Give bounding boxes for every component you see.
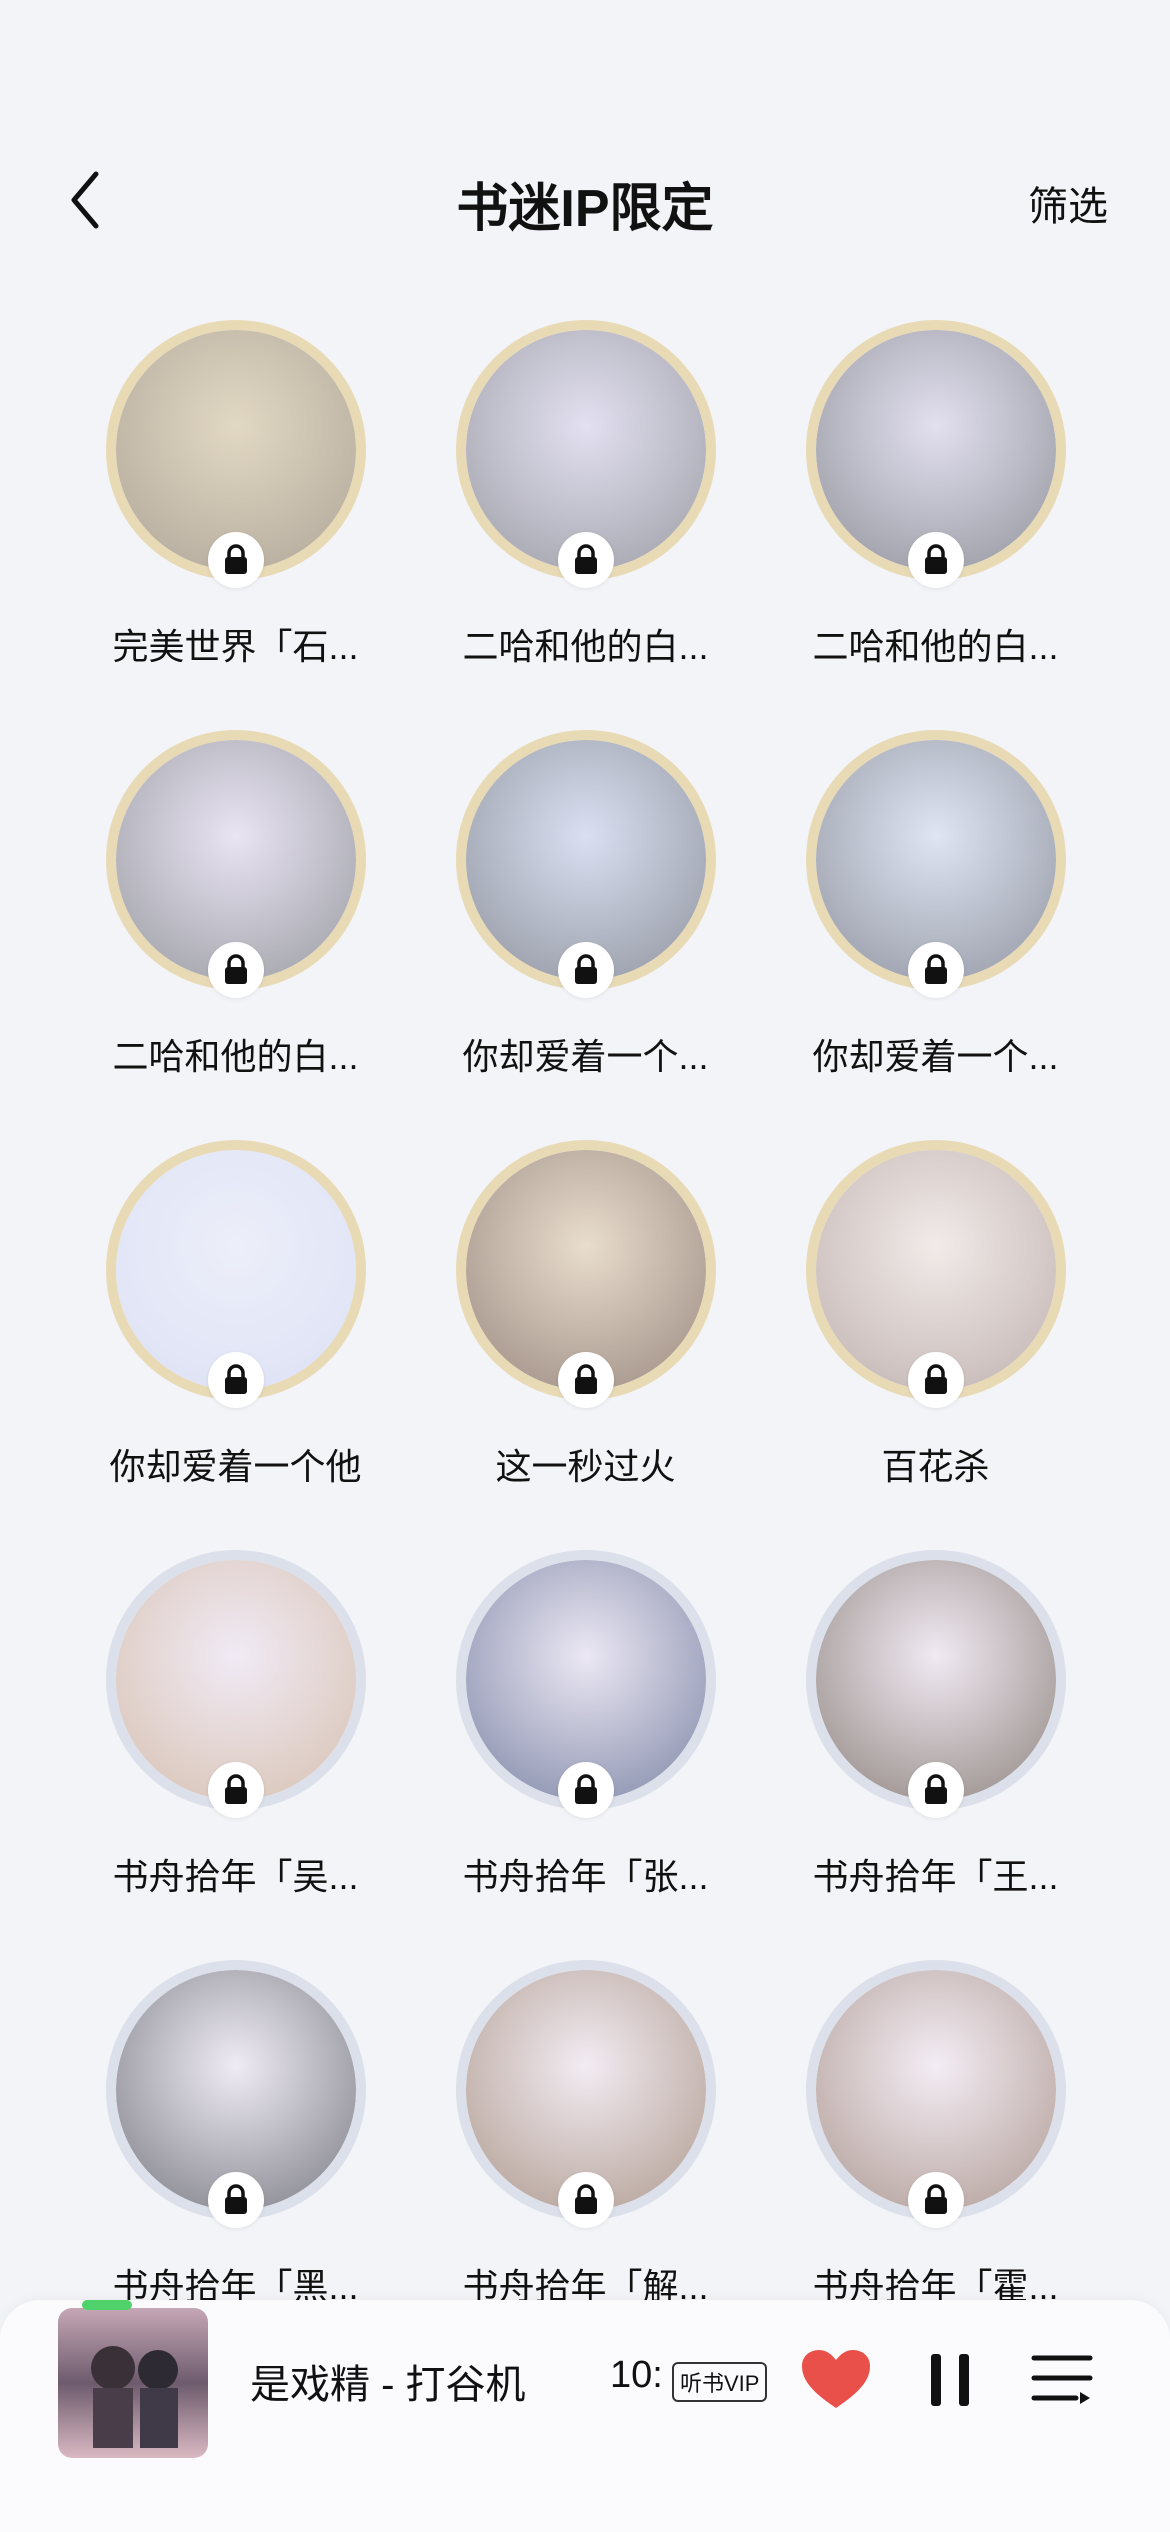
badge-label: 二哈和他的白... xyxy=(112,1036,359,1077)
lock-icon xyxy=(207,532,264,588)
badge-label: 二哈和他的白... xyxy=(462,626,709,667)
badge-label: 书舟拾年「王... xyxy=(812,1856,1059,1897)
lock-icon xyxy=(907,532,964,588)
badge-image[interactable] xyxy=(105,1140,366,1408)
badge-image[interactable] xyxy=(105,730,366,998)
lock-icon xyxy=(907,1762,964,1818)
badge-label: 你却爱着一个他 xyxy=(109,1446,362,1487)
vip-badge: 听书VIP xyxy=(672,2362,768,2402)
badge-item[interactable]: 书舟拾年「解... xyxy=(410,1960,761,2340)
page-title: 书迷IP限定 xyxy=(456,180,714,238)
badge-item[interactable]: 你却爱着一个他 xyxy=(60,1140,411,1520)
badge-label: 完美世界「石... xyxy=(112,626,359,667)
badge-label: 你却爱着一个... xyxy=(462,1036,709,1077)
lock-icon xyxy=(557,2172,614,2228)
badge-item[interactable]: 书舟拾年「霍... xyxy=(760,1960,1111,2340)
badge-label: 百花杀 xyxy=(881,1446,990,1487)
badge-item[interactable]: 你却爱着一个... xyxy=(760,730,1111,1110)
album-cover[interactable] xyxy=(58,2308,208,2458)
badge-item[interactable]: 二哈和他的白... xyxy=(410,320,761,700)
lock-icon xyxy=(207,1762,264,1818)
badge-item[interactable]: 书舟拾年「王... xyxy=(760,1550,1111,1930)
badge-item[interactable]: 书舟拾年「黑... xyxy=(60,1960,411,2340)
lock-icon xyxy=(557,1352,614,1408)
badge-image[interactable] xyxy=(805,1550,1066,1818)
lock-icon xyxy=(557,532,614,588)
lock-icon xyxy=(907,942,964,998)
badge-item[interactable]: 书舟拾年「吴... xyxy=(60,1550,411,1930)
badge-item[interactable]: 你却爱着一个... xyxy=(410,730,761,1110)
badge-item[interactable]: 百花杀 xyxy=(760,1140,1111,1520)
badge-image[interactable] xyxy=(805,1960,1066,2228)
lock-icon xyxy=(207,1352,264,1408)
top-bar: 书迷IP限定 筛选 xyxy=(0,130,1170,270)
lock-icon xyxy=(557,1762,614,1818)
favorite-button[interactable] xyxy=(800,2348,872,2417)
lock-icon xyxy=(907,2172,964,2228)
lock-icon xyxy=(207,942,264,998)
badge-image[interactable] xyxy=(455,320,716,588)
badge-item[interactable]: 二哈和他的白... xyxy=(60,730,411,1110)
playlist-icon xyxy=(1031,2355,1093,2404)
lock-icon xyxy=(207,2172,264,2228)
pause-button[interactable] xyxy=(928,2350,972,2415)
badge-image[interactable] xyxy=(455,1140,716,1408)
badge-label: 书舟拾年「吴... xyxy=(112,1856,359,1897)
badge-label: 二哈和他的白... xyxy=(812,626,1059,667)
pause-icon xyxy=(931,2354,969,2406)
badge-label: 这一秒过火 xyxy=(495,1446,676,1487)
badge-image[interactable] xyxy=(455,1960,716,2228)
playlist-button[interactable] xyxy=(1030,2350,1096,2415)
track-title[interactable]: 是戏精 - 打谷机 xyxy=(250,2352,526,2410)
badge-image[interactable] xyxy=(105,1960,366,2228)
badge-image[interactable] xyxy=(805,1140,1066,1408)
badge-image[interactable] xyxy=(805,730,1066,998)
badge-image[interactable] xyxy=(455,730,716,998)
badge-image[interactable] xyxy=(805,320,1066,588)
heart-icon xyxy=(802,2350,870,2408)
mini-player[interactable]: 是戏精 - 打谷机 10: 听书VIP xyxy=(0,2300,1170,2532)
lock-icon xyxy=(907,1352,964,1408)
cover-progress-indicator xyxy=(82,2300,132,2310)
play-time: 10: xyxy=(610,2354,663,2396)
badge-label: 你却爱着一个... xyxy=(812,1036,1059,1077)
badge-item[interactable]: 二哈和他的白... xyxy=(760,320,1111,700)
badge-item[interactable]: 这一秒过火 xyxy=(410,1140,761,1520)
badge-image[interactable] xyxy=(105,320,366,588)
badge-item[interactable]: 书舟拾年「张... xyxy=(410,1550,761,1930)
badge-item[interactable]: 完美世界「石... xyxy=(60,320,411,700)
badge-image[interactable] xyxy=(455,1550,716,1818)
lock-icon xyxy=(557,942,614,998)
filter-button[interactable]: 筛选 xyxy=(1028,174,1108,232)
badge-label: 书舟拾年「张... xyxy=(462,1856,709,1897)
badge-image[interactable] xyxy=(105,1550,366,1818)
